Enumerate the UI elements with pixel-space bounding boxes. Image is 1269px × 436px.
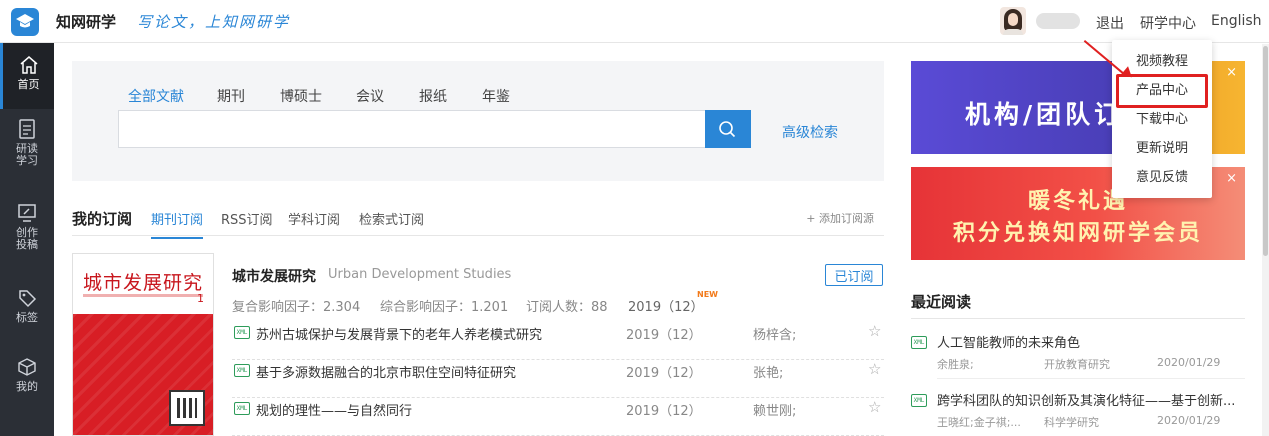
recent-item-date: 2020/01/29 [1157,356,1221,369]
recent-item[interactable]: XML 人工智能教师的未来角色 余胜泉; 开放教育研究 2020/01/29 [911,330,1245,376]
article-author[interactable]: 赖世刚; [753,400,796,419]
close-icon[interactable]: × [1226,171,1237,186]
favorite-star-icon[interactable]: ☆ [868,398,881,416]
sidebar-item-tags[interactable]: 标签 [0,288,54,334]
menu-item-download-center[interactable]: 下载中心 [1112,106,1212,134]
favorite-star-icon[interactable]: ☆ [868,360,881,378]
user-name-blurred[interactable] [1036,13,1080,29]
study-center-menu[interactable]: 研学中心 [1140,13,1196,33]
sidebar-label-home: 首页 [17,78,40,91]
search-tab-thesis[interactable]: 博硕士 [280,86,322,106]
article-row[interactable]: XML 基于多源数据融合的北京市职住空间特征研究 2019（12） 张艳; ☆ [232,360,884,398]
sidebar-label-tags: 标签 [16,311,38,324]
divider [937,378,1245,379]
divider [911,318,1245,319]
english-link[interactable]: English [1211,13,1262,29]
sidebar-item-mine[interactable]: 我的 [0,357,54,403]
sidebar-item-study[interactable]: 研读 学习 [0,119,54,189]
banner1-text: 机构/团队订 [965,100,1124,129]
search-icon [719,121,736,138]
article-author[interactable]: 张艳; [753,362,783,381]
article-title[interactable]: 苏州古城保护与发展背景下的老年人养老模式研究 [256,324,542,343]
user-avatar[interactable] [1000,7,1026,35]
logout-link[interactable]: 退出 [1096,13,1124,33]
logo-cap-icon[interactable] [11,8,39,36]
recent-item-date: 2020/01/29 [1157,414,1221,427]
study-center-dropdown: 视频教程 产品中心 下载中心 更新说明 意见反馈 [1112,40,1212,198]
banner2-line2: 积分兑换知网研学会员 [952,221,1203,246]
search-tab-all[interactable]: 全部文献 [128,86,184,106]
tab-subject-subscription[interactable]: 学科订阅 [288,209,340,228]
tag-icon [19,290,37,308]
xml-file-icon: XML [234,364,250,377]
recent-item-source: 科学学研究 [1044,416,1099,429]
tab-query-subscription[interactable]: 检索式订阅 [359,209,424,228]
cover-title: 城市发展研究 [82,272,203,294]
search-tab-conference[interactable]: 会议 [356,86,384,106]
journal-english-name: Urban Development Studies [328,267,512,282]
page-scrollbar[interactable] [1262,44,1269,436]
cover-issue-number: 1 [197,292,204,305]
recent-reading-title: 最近阅读 [911,293,972,311]
xml-file-icon: XML [234,326,250,339]
recent-item-title[interactable]: 跨学科团队的知识创新及其演化特征——基于创新... [937,390,1237,409]
latest-issue[interactable]: 2019（12） [628,296,704,315]
tab-journal-subscription[interactable]: 期刊订阅 [151,209,204,239]
advanced-search-link[interactable]: 高级检索 [782,122,838,142]
tab-rss-subscription[interactable]: RSS订阅 [221,209,273,228]
qr-code-icon [169,390,205,426]
article-title[interactable]: 基于多源数据融合的北京市职住空间特征研究 [256,362,516,381]
xml-file-icon: XML [234,402,250,415]
cover-artwork [73,314,213,435]
subscribed-button[interactable]: 已订阅 [825,264,883,286]
subscription-title: 我的订阅 [72,210,133,228]
add-subscription-source-button[interactable]: + 添加订阅源 [806,210,874,226]
search-tab-journal[interactable]: 期刊 [217,86,245,106]
favorite-star-icon[interactable]: ☆ [868,322,881,340]
document-icon [19,119,35,139]
search-input[interactable] [118,110,706,148]
composite-impact-factor: 复合影响因子：2.304 [232,300,361,315]
recent-item-author: 余胜泉; [937,358,974,371]
subscriber-count: 订阅人数：88 [526,300,608,315]
new-badge: NEW [697,290,718,299]
cube-icon [18,358,36,376]
search-panel: 全部文献 期刊 博硕士 会议 报纸 年鉴 高级检索 [72,61,884,181]
sidebar-item-create[interactable]: 创作 投稿 [0,203,54,273]
sidebar-label-mine: 我的 [16,380,38,393]
recent-item-title[interactable]: 人工智能教师的未来角色 [937,332,1237,351]
search-tab-yearbook[interactable]: 年鉴 [482,86,510,106]
article-author[interactable]: 杨梓含; [753,324,796,343]
monitor-edit-icon [18,204,36,222]
comprehensive-impact-factor: 综合影响因子：1.201 [380,300,509,315]
xml-file-icon: XML [911,394,927,407]
article-title[interactable]: 规划的理性——与自然同行 [256,400,412,419]
article-issue: 2019（12） [626,366,702,381]
top-bar: 知网研学 写论文，上知网研学 退出 研学中心 English [0,0,1269,43]
recent-item[interactable]: XML 跨学科团队的知识创新及其演化特征——基于创新... 王晓红;金子祺;..… [911,388,1245,434]
sidebar-label-study: 研读 学习 [16,142,38,167]
menu-item-feedback[interactable]: 意见反馈 [1112,164,1212,192]
sidebar-item-home[interactable]: 首页 [0,43,54,109]
recent-item-source: 开放教育研究 [1044,358,1110,371]
slogan: 写论文，上知网研学 [137,13,291,31]
article-row[interactable]: XML 苏州古城保护与发展背景下的老年人养老模式研究 2019（12） 杨梓含;… [232,322,884,360]
search-tab-newspaper[interactable]: 报纸 [419,86,447,106]
journal-name[interactable]: 城市发展研究 [232,266,316,286]
sidebar-label-create: 创作 投稿 [16,226,38,251]
journal-cover[interactable]: 城市发展研究 1 [72,253,214,436]
logo-text[interactable]: 知网研学 [56,11,116,32]
search-button[interactable] [705,110,751,148]
left-sidebar: 首页 研读 学习 创作 投稿 标签 我的 [0,43,54,436]
menu-item-release-notes[interactable]: 更新说明 [1112,135,1212,163]
close-icon[interactable]: × [1226,65,1237,80]
home-icon [20,56,37,74]
recent-item-author: 王晓红;金子祺;... [937,416,1021,429]
subscription-header: 我的订阅 期刊订阅 RSS订阅 学科订阅 检索式订阅 + 添加订阅源 [72,200,884,239]
article-issue: 2019（12） [626,404,702,419]
article-row[interactable]: XML 规划的理性——与自然同行 2019（12） 赖世刚; ☆ [232,398,884,436]
article-issue: 2019（12） [626,328,702,343]
xml-file-icon: XML [911,336,927,349]
